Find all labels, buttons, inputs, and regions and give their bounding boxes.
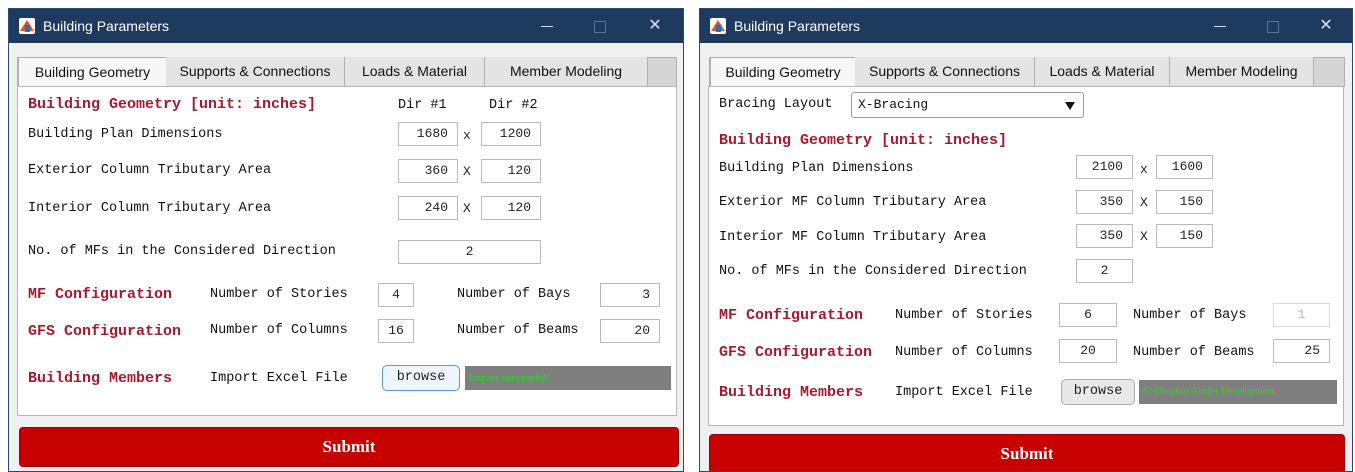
columns-label: Number of Columns (895, 345, 1033, 360)
tab-building-geometry[interactable]: Building Geometry (710, 57, 856, 88)
dir2-label: Dir #2 (489, 98, 538, 113)
exterior-dir1-field[interactable]: 360 (398, 159, 458, 183)
exterior-dir2-field[interactable]: 150 (1156, 190, 1213, 214)
plan-dir2-field[interactable]: 1600 (1156, 155, 1213, 179)
tab-bar: Building Geometry Supports & Connections… (17, 57, 677, 88)
bays-field[interactable]: 3 (600, 283, 660, 307)
plan-dimensions-label: Building Plan Dimensions (28, 127, 223, 142)
stories-field[interactable]: 6 (1059, 303, 1117, 327)
interior-mf-column-label: Interior MF Column Tributary Area (719, 230, 987, 245)
interior-dir2-field[interactable]: 120 (481, 196, 541, 220)
x-separator: x (1140, 162, 1148, 177)
minimize-button[interactable] (1200, 9, 1240, 43)
stories-label: Number of Stories (210, 287, 348, 302)
columns-field[interactable]: 16 (378, 319, 414, 343)
building-members-header: Building Members (28, 370, 173, 387)
bracing-layout-dropdown[interactable]: X-Bracing (851, 92, 1084, 118)
bays-label: Number of Bays (1133, 308, 1247, 323)
dir1-label: Dir #1 (398, 98, 447, 113)
gfs-configuration-header: GFS Configuration (28, 323, 182, 340)
exterior-dir2-field[interactable]: 120 (481, 159, 541, 183)
import-status: Import successful! (465, 366, 671, 390)
x-separator: X (1140, 229, 1148, 244)
bays-field: 1 (1273, 303, 1330, 327)
columns-label: Number of Columns (210, 323, 348, 338)
building-members-header: Building Members (719, 384, 864, 401)
title-bar[interactable]: Building Parameters ✕ (700, 9, 1352, 43)
interior-column-label: Interior Column Tributary Area (28, 201, 272, 216)
plan-dir1-field[interactable]: 1680 (398, 122, 458, 146)
tab-supports-connections[interactable]: Supports & Connections (166, 57, 345, 87)
interior-dir2-field[interactable]: 150 (1156, 224, 1213, 248)
submit-button[interactable]: Submit (709, 434, 1345, 471)
mfs-count-field[interactable]: 2 (398, 240, 541, 264)
building-parameters-window-1: Building Parameters ✕ Building Geometry … (8, 8, 684, 472)
tab-loads-material[interactable]: Loads & Material (1035, 57, 1170, 87)
x-separator: X (463, 164, 471, 179)
beams-label: Number of Beams (1133, 345, 1255, 360)
geometry-header: Building Geometry [unit: inches] (28, 96, 317, 113)
plan-dimensions-label: Building Plan Dimensions (719, 161, 914, 176)
tab-member-modeling[interactable]: Member Modeling (485, 57, 648, 87)
browse-button[interactable]: browse (1061, 379, 1135, 405)
mf-configuration-header: MF Configuration (719, 307, 864, 324)
interior-dir1-field[interactable]: 240 (398, 196, 458, 220)
exterior-mf-column-label: Exterior MF Column Tributary Area (719, 195, 987, 210)
browse-button[interactable]: browse (382, 365, 460, 391)
geometry-panel: Building Geometry [unit: inches] Dir #1 … (17, 86, 677, 416)
tab-member-modeling[interactable]: Member Modeling (1170, 57, 1314, 87)
x-separator: X (1140, 195, 1148, 210)
x-separator: x (463, 128, 471, 143)
geometry-panel: Bracing Layout X-Bracing Building Geomet… (708, 86, 1344, 426)
beams-field[interactable]: 25 (1273, 339, 1330, 363)
bracing-layout-label: Bracing Layout (719, 97, 833, 112)
maximize-button[interactable] (1252, 9, 1292, 43)
interior-dir1-field[interactable]: 350 (1076, 224, 1133, 248)
bracing-layout-value: X-Bracing (858, 97, 929, 112)
geometry-header: Building Geometry [unit: inches] (719, 132, 1008, 149)
title-bar[interactable]: Building Parameters ✕ (9, 9, 683, 43)
bays-label: Number of Bays (457, 287, 571, 302)
mfs-count-field[interactable]: 2 (1076, 259, 1133, 283)
import-status: C:\Dropbox\Under Development (1139, 380, 1337, 404)
columns-field[interactable]: 20 (1059, 339, 1117, 363)
close-button[interactable]: ✕ (635, 9, 675, 43)
minimize-button[interactable] (527, 9, 567, 43)
close-button[interactable]: ✕ (1306, 9, 1346, 43)
mfs-count-label: No. of MFs in the Considered Direction (719, 264, 1027, 279)
stories-field[interactable]: 4 (378, 283, 414, 307)
tab-supports-connections[interactable]: Supports & Connections (855, 57, 1035, 87)
gfs-configuration-header: GFS Configuration (719, 344, 873, 361)
chevron-down-icon (1065, 102, 1075, 110)
maximize-button[interactable] (579, 9, 619, 43)
import-excel-label: Import Excel File (210, 371, 348, 386)
plan-dir2-field[interactable]: 1200 (481, 122, 541, 146)
building-parameters-window-2: Building Parameters ✕ Building Geometry … (699, 8, 1353, 472)
stories-label: Number of Stories (895, 308, 1033, 323)
mf-configuration-header: MF Configuration (28, 286, 173, 303)
tab-loads-material[interactable]: Loads & Material (345, 57, 485, 87)
beams-label: Number of Beams (457, 323, 579, 338)
submit-button[interactable]: Submit (19, 427, 679, 467)
exterior-column-label: Exterior Column Tributary Area (28, 163, 272, 178)
tab-bar: Building Geometry Supports & Connections… (709, 57, 1345, 88)
plan-dir1-field[interactable]: 2100 (1076, 155, 1133, 179)
import-excel-label: Import Excel File (895, 385, 1033, 400)
mfs-count-label: No. of MFs in the Considered Direction (28, 244, 336, 259)
exterior-dir1-field[interactable]: 350 (1076, 190, 1133, 214)
window-title: Building Parameters (734, 18, 861, 34)
matlab-icon (19, 18, 35, 34)
matlab-icon (710, 18, 726, 34)
x-separator: X (463, 201, 471, 216)
tab-building-geometry[interactable]: Building Geometry (18, 57, 167, 88)
beams-field[interactable]: 20 (600, 319, 660, 343)
window-title: Building Parameters (43, 18, 170, 34)
